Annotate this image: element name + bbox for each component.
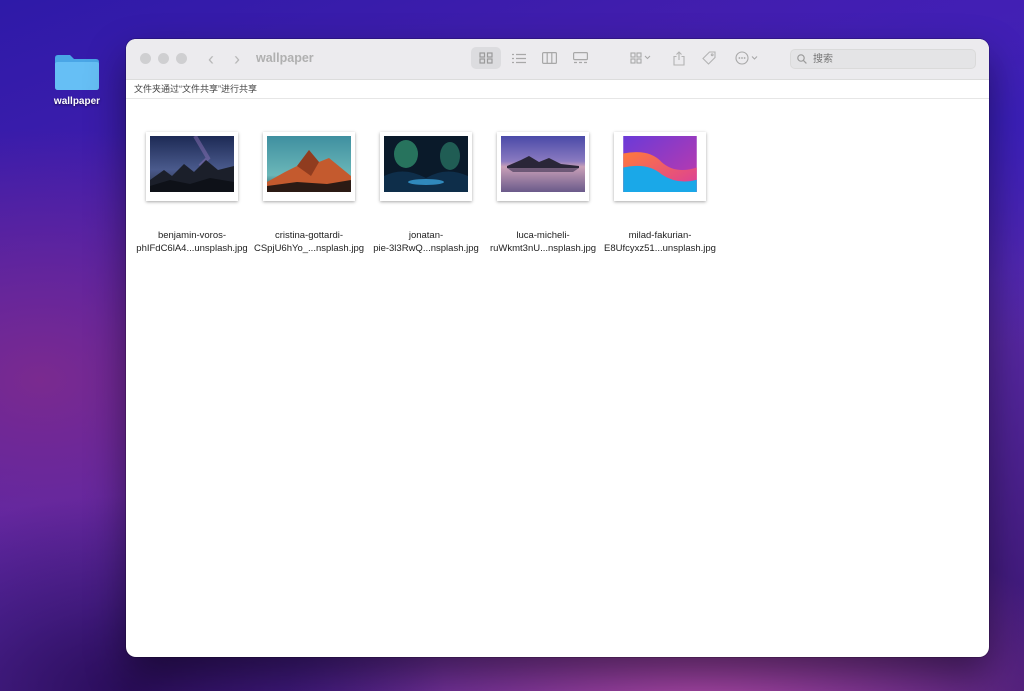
- window-controls: [140, 53, 187, 64]
- toolbar: ‹ › wallpaper: [126, 39, 989, 80]
- list-icon: [512, 53, 526, 63]
- share-notice: 文件夹通过“文件共享”进行共享: [126, 80, 989, 99]
- share-icon: [673, 50, 685, 66]
- close-button[interactable]: [140, 53, 151, 64]
- folder-icon: [55, 55, 99, 90]
- window-title: wallpaper: [256, 51, 314, 65]
- view-columns-button[interactable]: [536, 47, 562, 69]
- image-thumbnail: [146, 131, 238, 201]
- view-icons-button[interactable]: [471, 47, 501, 69]
- chevron-right-icon: ›: [234, 48, 240, 69]
- file-item[interactable]: luca-micheli-ruWkmt3nU...nsplash.jpg: [484, 123, 602, 255]
- tag-icon: [702, 51, 716, 65]
- file-name: milad-fakurian- E8Ufcyxz51...unsplash.jpg: [604, 230, 716, 254]
- file-item[interactable]: cristina-gottardi- CSpjU6hYo_...nsplash.j…: [250, 123, 368, 255]
- more-actions-button[interactable]: [730, 47, 764, 69]
- tag-button[interactable]: [698, 47, 720, 69]
- chevron-left-icon: ‹: [208, 48, 214, 69]
- image-thumbnail: [263, 131, 355, 201]
- minimize-button[interactable]: [158, 53, 169, 64]
- desktop-folder[interactable]: wallpaper: [48, 52, 106, 107]
- file-name: cristina-gottardi- CSpjU6hYo_...nsplash.j…: [253, 230, 365, 254]
- image-thumbnail: [497, 131, 589, 201]
- desktop-folder-label: wallpaper: [53, 96, 101, 107]
- navigation: ‹ ›: [200, 48, 248, 70]
- image-thumbnail: [380, 131, 472, 201]
- view-gallery-button[interactable]: [567, 47, 593, 69]
- columns-icon: [541, 52, 557, 64]
- file-item[interactable]: benjamin-voros-phIFdC6lA4...unsplash.jpg: [133, 123, 251, 255]
- share-button[interactable]: [668, 47, 690, 69]
- back-button[interactable]: ‹: [200, 48, 222, 70]
- file-area: benjamin-voros-phIFdC6lA4...unsplash.jpg…: [126, 99, 989, 657]
- file-item[interactable]: jonatan-pie-3l3RwQ...nsplash.jpg: [367, 123, 485, 255]
- search-icon: [797, 54, 807, 64]
- search-field[interactable]: [790, 49, 976, 69]
- file-name: benjamin-voros-phIFdC6lA4...unsplash.jpg: [136, 230, 248, 254]
- group-grid-icon: [630, 52, 651, 64]
- ellipsis-circle-icon: [735, 51, 758, 65]
- finder-window: ‹ › wallpaper 搜索 文件夹通过“文件共享”进行共享 benjami…: [126, 39, 989, 657]
- gallery-icon: [572, 52, 588, 64]
- view-list-button[interactable]: [506, 47, 532, 69]
- zoom-button[interactable]: [176, 53, 187, 64]
- group-by-button[interactable]: [624, 47, 658, 69]
- grid-icon: [479, 52, 493, 64]
- search-input[interactable]: [811, 52, 965, 66]
- file-name: luca-micheli-ruWkmt3nU...nsplash.jpg: [489, 230, 597, 254]
- file-item[interactable]: milad-fakurian- E8Ufcyxz51...unsplash.jpg: [601, 123, 719, 255]
- forward-button[interactable]: ›: [226, 48, 248, 70]
- file-name: jonatan-pie-3l3RwQ...nsplash.jpg: [373, 230, 479, 254]
- image-thumbnail: [614, 131, 706, 201]
